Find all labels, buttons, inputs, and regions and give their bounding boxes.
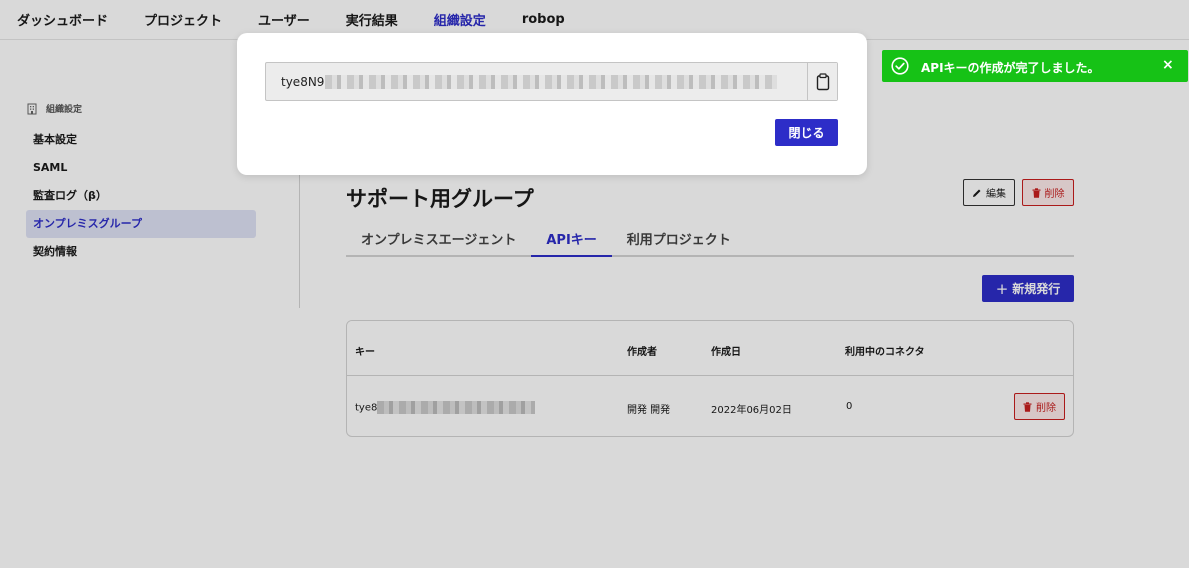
- api-key-field[interactable]: tye8N9: [265, 62, 838, 101]
- api-key-text: tye8N9: [281, 75, 778, 89]
- api-key-modal: tye8N9 閉じる: [237, 33, 867, 175]
- redacted-api-key: [325, 75, 778, 89]
- check-circle-icon: [891, 57, 909, 75]
- copy-button[interactable]: [807, 63, 837, 100]
- close-icon[interactable]: ×: [1162, 57, 1174, 73]
- success-toast: APIキーの作成が完了しました。 ×: [882, 50, 1188, 82]
- close-button[interactable]: 閉じる: [775, 119, 838, 146]
- clipboard-icon: [816, 72, 829, 90]
- toast-message: APIキーの作成が完了しました。: [921, 61, 1100, 75]
- api-key-value: tye8N9: [281, 75, 325, 89]
